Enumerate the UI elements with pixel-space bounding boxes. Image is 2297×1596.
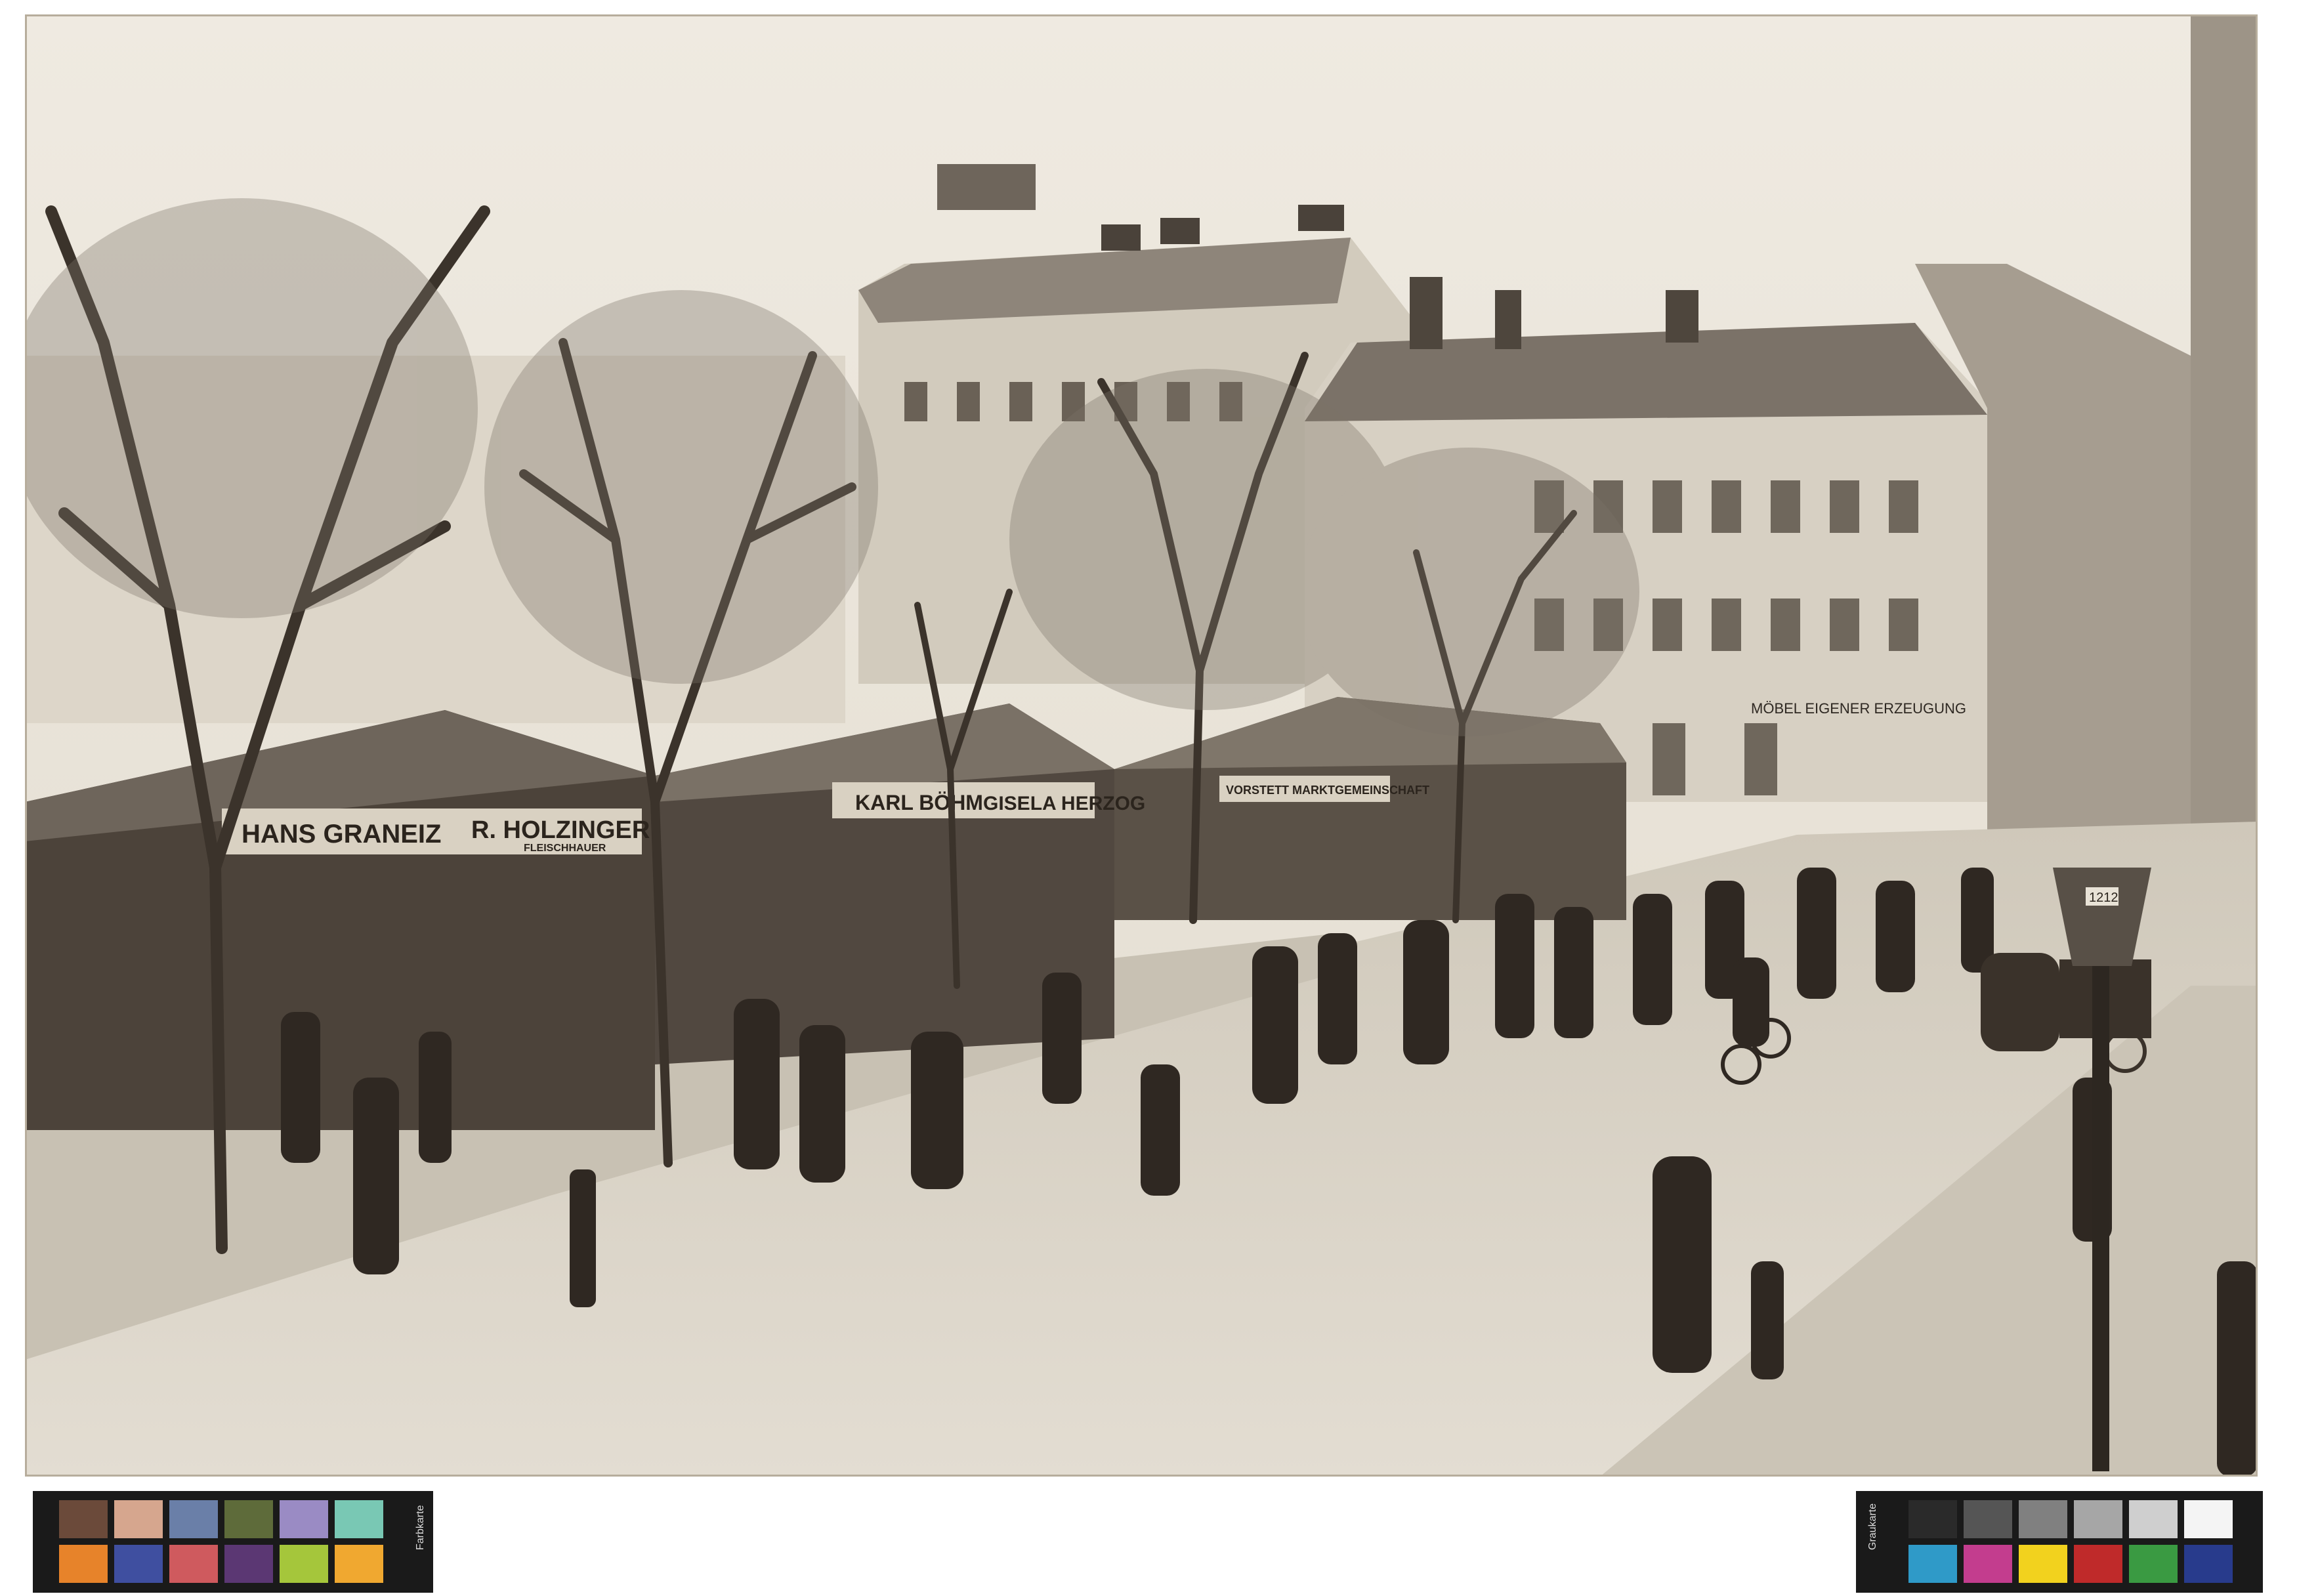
color-swatch xyxy=(1908,1500,1957,1538)
chart-label: Graukarte xyxy=(1867,1503,1878,1550)
color-swatch xyxy=(2019,1545,2067,1583)
color-swatch xyxy=(59,1500,108,1538)
chart-label: Farbkarte xyxy=(415,1505,426,1550)
historic-market-photo: MÖBEL EIGENER ERZEUGUNG HANS GRANEIZ R. … xyxy=(5,12,2260,1479)
color-swatch xyxy=(2074,1500,2122,1538)
color-swatch xyxy=(2019,1500,2067,1538)
sign-holzinger-sub: FLEISCHHAUER xyxy=(524,843,606,854)
color-swatch xyxy=(280,1545,328,1583)
sign-gisela-herzog: GISELA HERZOG xyxy=(983,793,1145,814)
color-swatch xyxy=(224,1500,273,1538)
color-swatch xyxy=(1908,1545,1957,1583)
color-swatch xyxy=(335,1500,383,1538)
woman-with-child xyxy=(1653,1156,1712,1373)
color-swatch xyxy=(2074,1545,2122,1583)
sign-marktgemeinschaft: VORSTETT MARKTGEMEINSCHAFT xyxy=(1226,784,1429,797)
color-swatch xyxy=(169,1500,218,1538)
color-swatch xyxy=(335,1545,383,1583)
color-swatch xyxy=(2184,1545,2233,1583)
color-swatch xyxy=(59,1545,108,1583)
lamp-number: 1212 xyxy=(2089,891,2118,905)
color-calibration-chart-left: Farbkarte xyxy=(33,1491,433,1593)
color-swatch xyxy=(224,1545,273,1583)
building-sign: MÖBEL EIGENER ERZEUGUNG xyxy=(1751,700,1966,717)
gray-calibration-chart-right: Graukarte xyxy=(1856,1491,2263,1593)
sign-karl-bohm: KARL BÖHM xyxy=(855,791,983,814)
color-swatch xyxy=(2184,1500,2233,1538)
color-swatch xyxy=(1964,1545,2012,1583)
sign-holzinger: R. HOLZINGER xyxy=(471,816,650,844)
sign-hans-graneiz: HANS GRANEIZ xyxy=(242,820,441,849)
child xyxy=(1751,1261,1784,1379)
color-swatch xyxy=(169,1545,218,1583)
color-swatch xyxy=(114,1500,163,1538)
color-swatch xyxy=(1964,1500,2012,1538)
color-swatch xyxy=(280,1500,328,1538)
color-swatch xyxy=(114,1545,163,1583)
hydrant xyxy=(570,1169,596,1307)
color-swatch xyxy=(2129,1500,2178,1538)
color-swatch xyxy=(2129,1545,2178,1583)
